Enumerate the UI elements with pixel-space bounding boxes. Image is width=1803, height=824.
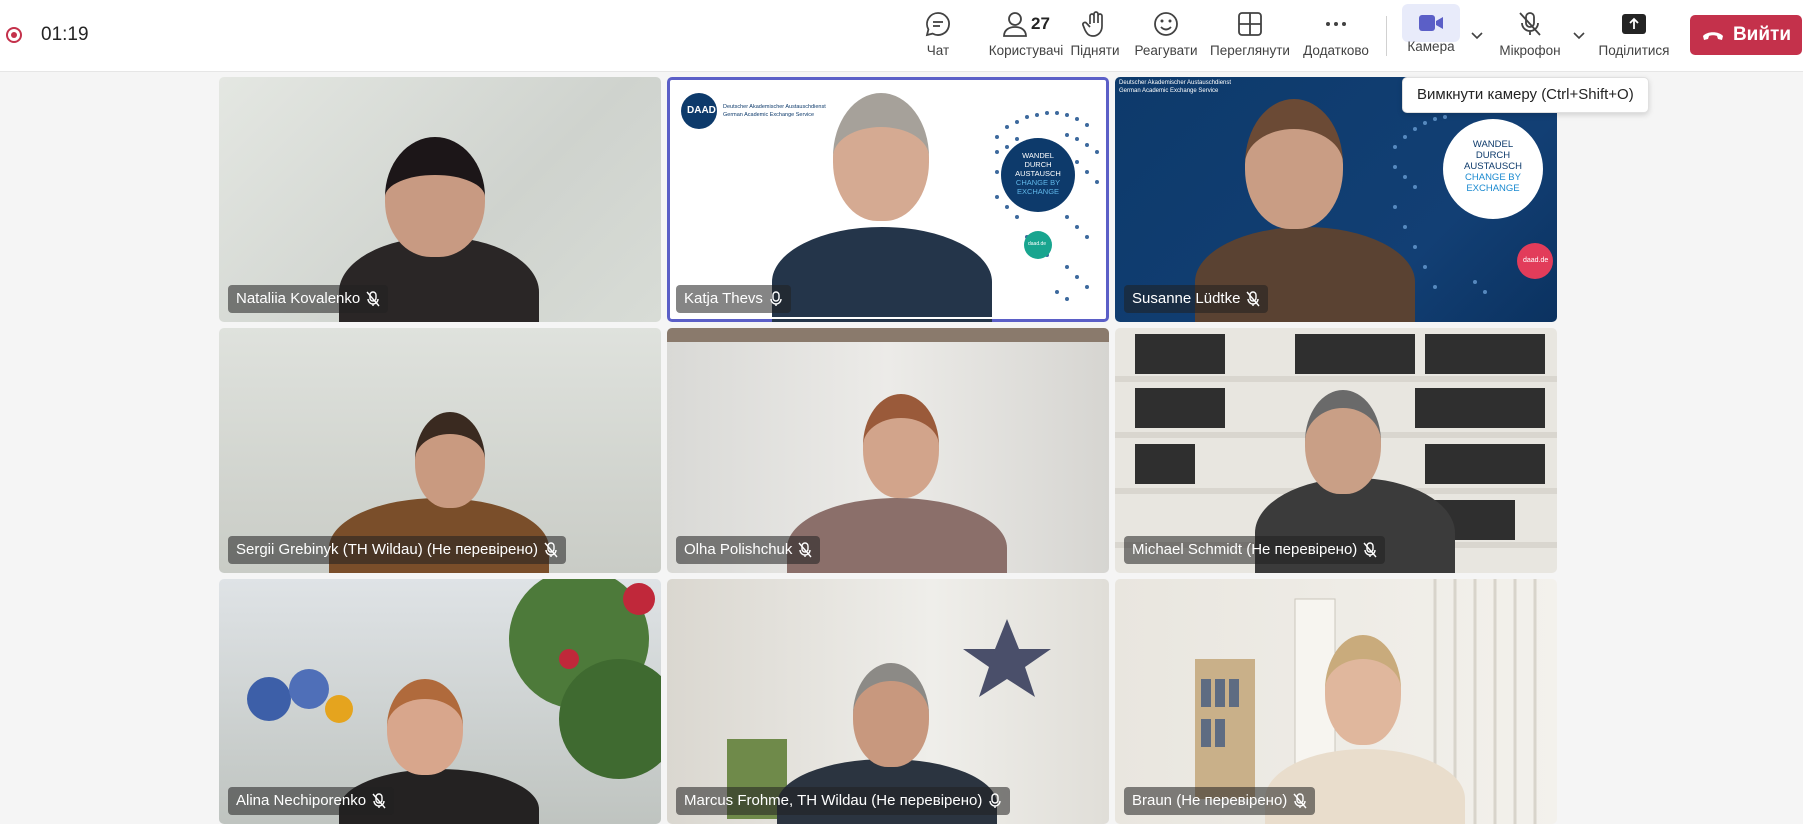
leave-label: Вийти — [1732, 24, 1792, 45]
grid-view-icon — [1237, 8, 1263, 40]
recording-icon — [6, 27, 22, 43]
participant-tile[interactable]: Marcus Frohme, TH Wildau (Не перевірено) — [667, 579, 1109, 824]
participant-name-tag: Sergii Grebinyk (TH Wildau) (Не перевіре… — [228, 536, 566, 564]
participant-name-tag: Katja Thevs — [676, 285, 791, 313]
mic-on-icon — [988, 793, 1002, 809]
participant-name-tag: Marcus Frohme, TH Wildau (Не перевірено) — [676, 787, 1011, 815]
participant-tile[interactable]: Alina Nechiporenko — [219, 579, 661, 824]
share-screen-icon — [1621, 8, 1647, 40]
daad-url-text: daad.de — [1523, 257, 1549, 264]
participant-tile[interactable]: Deutscher Akademischer Austauschdienst G… — [1115, 77, 1557, 322]
camera-label: Камера — [1407, 39, 1455, 54]
mic-label: Мікрофон — [1499, 43, 1561, 58]
chat-button[interactable]: Чат — [920, 8, 956, 64]
video-camera-icon — [1402, 4, 1460, 42]
daad-logo-text: DAAD — [687, 105, 716, 116]
mic-options-chevron-icon[interactable] — [1570, 26, 1588, 44]
participant-tile-active-speaker[interactable]: DAAD Deutscher Akademischer Austauschdie… — [667, 77, 1109, 322]
meeting-toolbar: 01:19 Чат 27 Користувачі Підняти Реагува… — [0, 0, 1803, 72]
toolbar-separator — [1386, 16, 1387, 56]
camera-button[interactable]: Камера — [1400, 4, 1462, 64]
participant-tile[interactable]: Michael Schmidt (Не перевірено) — [1115, 328, 1557, 573]
people-button[interactable]: 27 Користувачі — [976, 8, 1076, 64]
more-button[interactable]: Додатково — [1300, 8, 1372, 64]
mic-button[interactable]: Мікрофон — [1494, 8, 1566, 64]
raise-hand-label: Підняти — [1070, 43, 1120, 58]
people-count: 27 — [1031, 14, 1050, 33]
participant-tile[interactable]: Olha Polishchuk — [667, 328, 1109, 573]
share-button[interactable]: Поділитися — [1596, 8, 1672, 64]
phone-hangup-icon — [1702, 32, 1723, 40]
participant-name-tag: Olha Polishchuk — [676, 536, 821, 564]
camera-options-chevron-icon[interactable] — [1468, 26, 1486, 44]
mic-muted-icon — [366, 291, 380, 307]
react-button[interactable]: Реагувати — [1134, 8, 1198, 64]
daad-badge-text: daad.de — [1028, 241, 1047, 247]
meeting-timer: 01:19 — [41, 24, 89, 45]
participant-tile[interactable]: Sergii Grebinyk (TH Wildau) (Не перевіре… — [219, 328, 661, 573]
mic-muted-icon — [1363, 542, 1377, 558]
mic-muted-icon — [544, 542, 558, 558]
participant-silhouette — [787, 498, 1007, 573]
participant-name-tag: Braun (Не перевірено) — [1124, 787, 1316, 815]
people-icon — [1002, 10, 1028, 38]
mic-muted-icon — [372, 793, 386, 809]
mic-on-icon — [769, 291, 783, 307]
participant-name-tag: Michael Schmidt (Не перевірено) — [1124, 536, 1386, 564]
leave-button[interactable]: Вийти — [1690, 15, 1802, 55]
participant-name-tag: Nataliia Kovalenko — [228, 285, 389, 313]
daad-slogan: WANDEL DURCH AUSTAUSCH CHANGE BY EXCHANG… — [1015, 151, 1061, 196]
raise-hand-button[interactable]: Підняти — [1068, 8, 1122, 64]
emoji-icon — [1152, 8, 1180, 40]
share-label: Поділитися — [1598, 43, 1670, 58]
daad-slogan: WANDEL DURCH AUSTAUSCH CHANGE BY EXCHANG… — [1464, 139, 1522, 194]
participant-name-tag: Alina Nechiporenko — [228, 787, 395, 815]
mic-muted-icon — [1246, 291, 1260, 307]
camera-tooltip: Вимкнути камеру (Ctrl+Shift+O) — [1402, 77, 1649, 113]
hand-icon — [1082, 8, 1108, 40]
mic-muted-icon — [798, 542, 812, 558]
react-label: Реагувати — [1134, 43, 1198, 58]
more-icon — [1323, 8, 1349, 40]
daad-org-de: Deutscher Akademischer Austauschdienst — [1119, 80, 1232, 86]
daad-org-de: Deutscher Akademischer Austauschdienst — [723, 104, 826, 110]
view-label: Переглянути — [1210, 43, 1290, 58]
people-label: Користувачі — [988, 43, 1064, 58]
participant-tile[interactable]: Braun (Не перевірено) — [1115, 579, 1557, 824]
daad-org-en: German Academic Exchange Service — [723, 112, 815, 118]
chat-label: Чат — [926, 43, 950, 58]
mic-muted-icon — [1293, 793, 1307, 809]
participant-name-tag: Susanne Lüdtke — [1124, 285, 1269, 313]
mic-off-icon — [1517, 8, 1543, 40]
participant-tile[interactable]: Nataliia Kovalenko — [219, 77, 661, 322]
daad-org-en: German Academic Exchange Service — [1119, 88, 1219, 94]
view-button[interactable]: Переглянути — [1208, 8, 1292, 64]
more-label: Додатково — [1303, 43, 1369, 58]
chat-icon — [924, 8, 952, 40]
